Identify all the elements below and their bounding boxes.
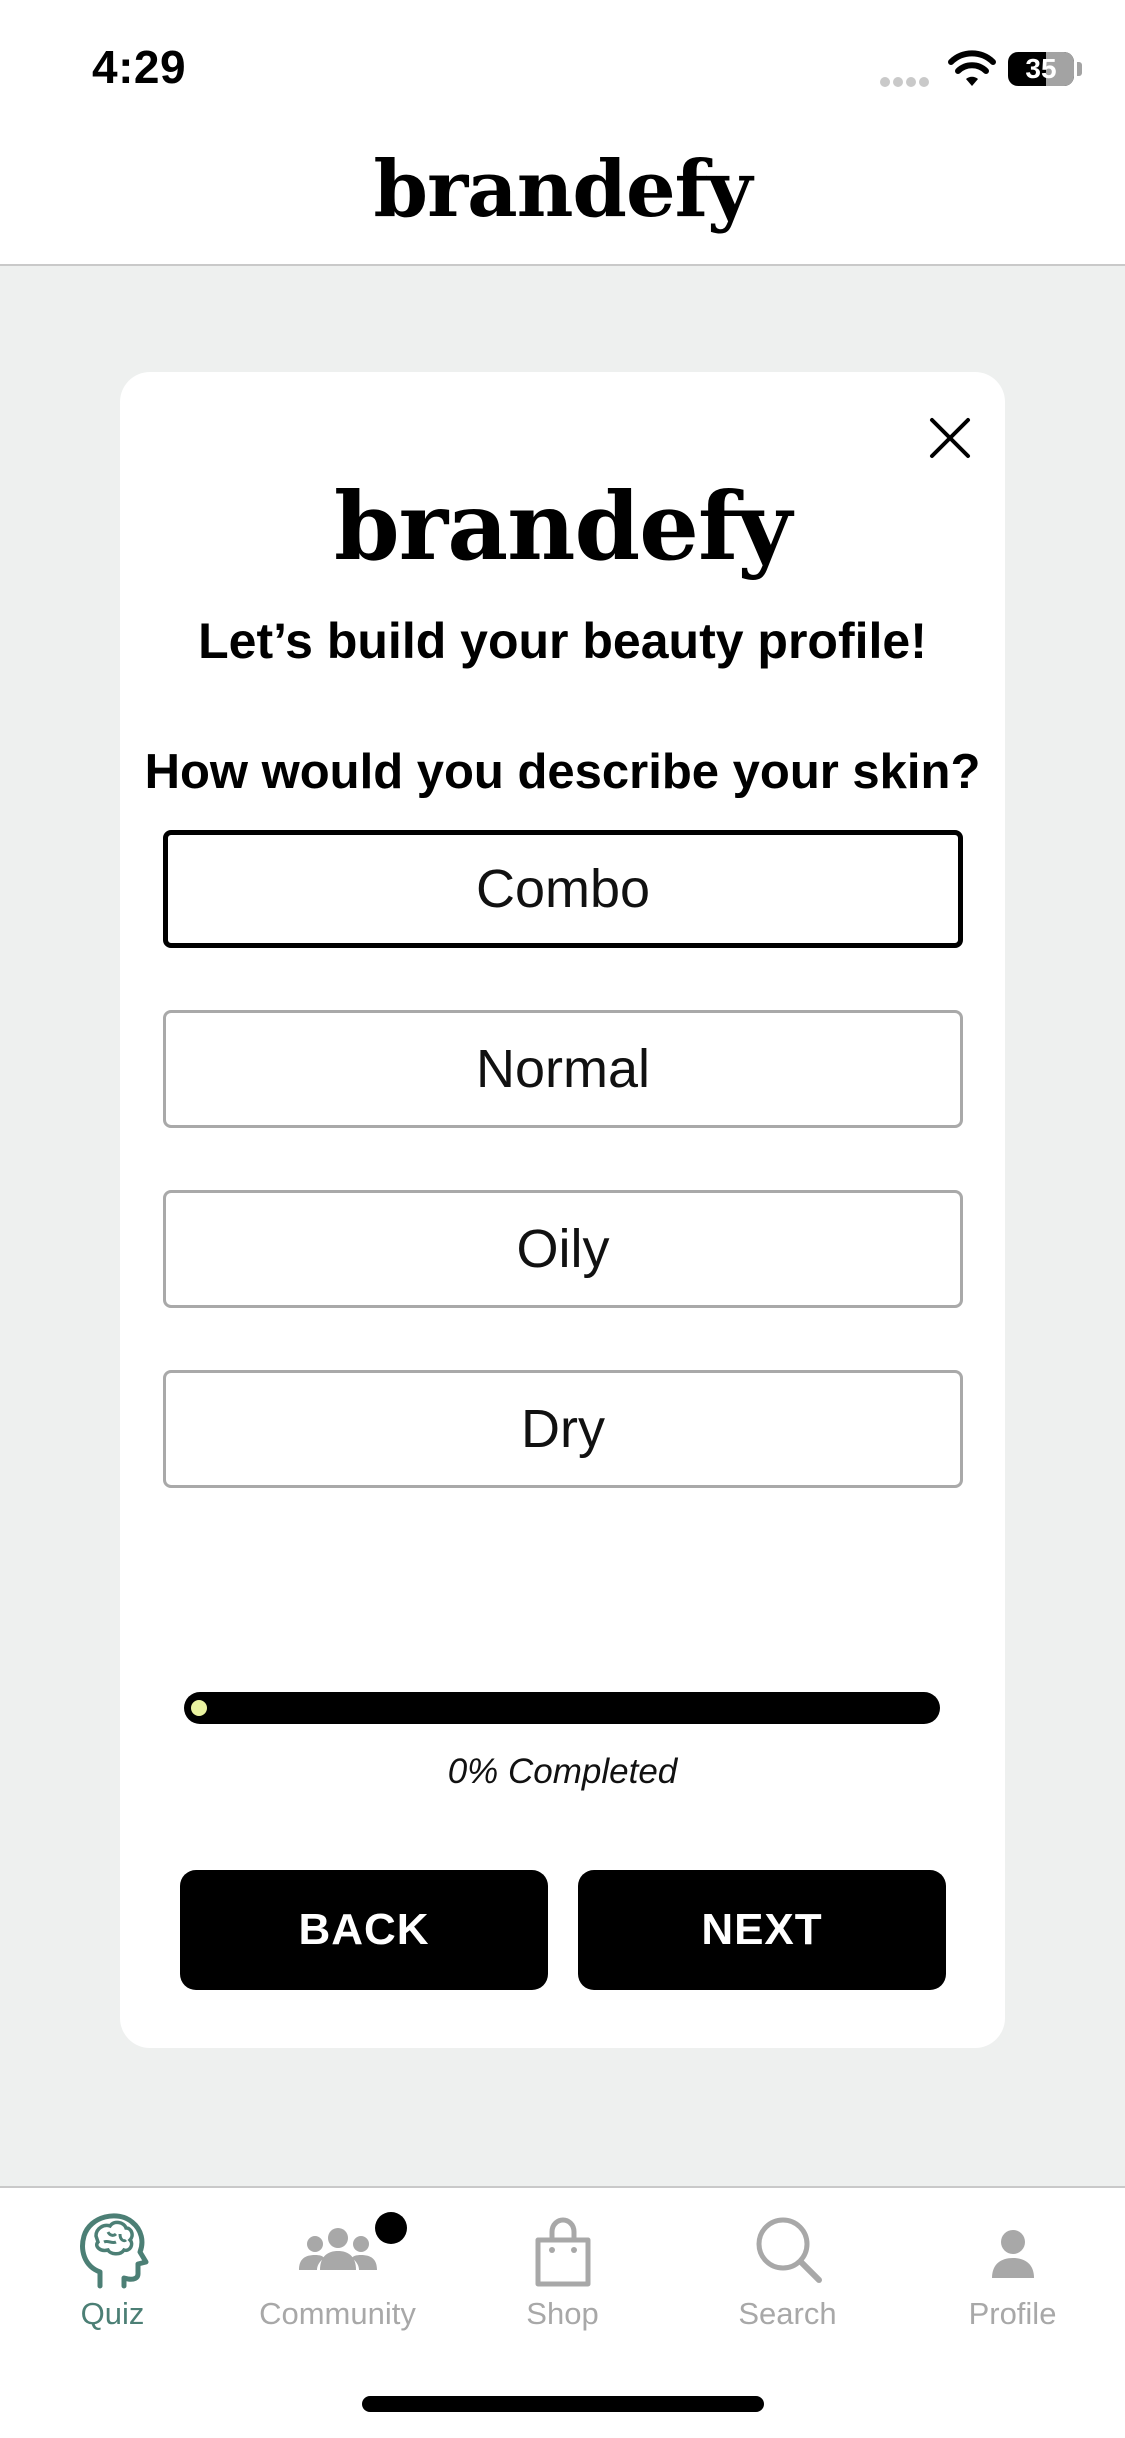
tab-profile[interactable]: Profile [900,2188,1125,2348]
battery-level-text: 35 [1025,53,1057,84]
progress-text: 0% Completed [447,1752,678,1791]
app-header: brandefy [0,130,1125,266]
tab-quiz[interactable]: Quiz [0,2188,225,2348]
status-bar: 4:29 35 [0,0,1125,130]
progress-indicator [191,1700,207,1716]
tab-label: Shop [526,2296,599,2331]
tab-label: Community [259,2296,416,2331]
battery-cap [1077,62,1082,76]
progress-bar [184,1692,940,1724]
status-time: 4:29 [92,41,187,93]
option-oily[interactable]: Oily [163,1190,963,1308]
person-icon [991,2230,1034,2278]
wifi-icon [948,50,996,86]
header-logo: brandefy [373,144,753,235]
modal-subtitle: Let’s build your beauty profile! [198,613,927,669]
cellular-signal-icon [880,74,936,87]
home-indicator [362,2396,764,2412]
tab-label: Search [738,2296,837,2331]
notification-badge [375,2212,407,2244]
quiz-modal: brandefy Let’s build your beauty profile… [120,372,1005,2048]
tab-label: Quiz [80,2296,145,2331]
option-normal[interactable]: Normal [163,1010,963,1128]
option-dry[interactable]: Dry [163,1370,963,1488]
next-button[interactable]: NEXT [578,1870,946,1990]
quiz-question: How would you describe your skin? [144,745,981,799]
search-icon [756,2217,822,2283]
tab-search[interactable]: Search [675,2188,900,2348]
option-combo[interactable]: Combo [163,830,963,948]
tab-community[interactable]: Community [225,2188,450,2348]
tab-shop[interactable]: Shop [450,2188,675,2348]
shopping-bag-icon [535,2217,590,2287]
people-icon [298,2228,377,2270]
battery-icon: 35 [1008,52,1074,86]
brain-head-icon [79,2213,148,2289]
close-icon[interactable] [920,408,980,468]
modal-logo: brandefy [333,472,792,582]
tab-label: Profile [968,2296,1057,2331]
back-button[interactable]: BACK [180,1870,548,1990]
